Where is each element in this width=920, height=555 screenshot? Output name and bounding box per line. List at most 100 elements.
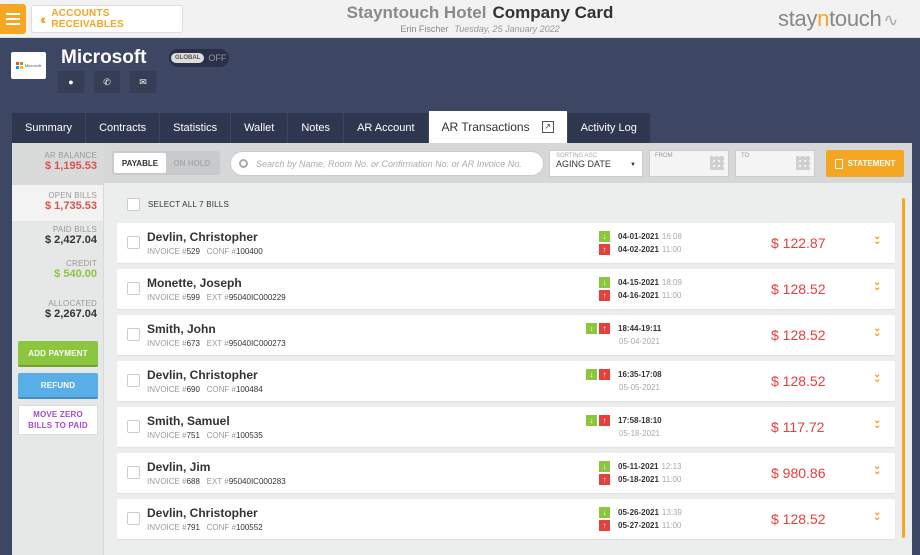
refund-button[interactable]: REFUND xyxy=(18,373,98,399)
company-logo: Microsoft xyxy=(11,52,46,79)
global-toggle-state: OFF xyxy=(208,53,227,63)
search-placeholder: Search by Name, Room No. or Confirmation… xyxy=(256,158,522,169)
bill-meta: INVOICE #673 EXT #95040IC000273 xyxy=(147,339,286,348)
sort-select[interactable]: SORTING ASC AGING DATE ▼ xyxy=(549,150,643,177)
to-date-field[interactable]: TO xyxy=(735,150,815,177)
phone-icon[interactable]: ✆ xyxy=(94,71,120,93)
expand-icon[interactable]: ↗ xyxy=(541,121,554,133)
back-button-label: ACCOUNTS RECEIVABLES xyxy=(51,8,124,30)
tab-activity-log[interactable]: Activity Log xyxy=(567,113,651,143)
bill-row[interactable]: Monette, Joseph INVOICE #599 EXT #95040I… xyxy=(117,269,895,309)
search-icon xyxy=(239,159,248,168)
arrow-up-icon: ↑ xyxy=(599,323,610,334)
stay-dates: ↓ ↑ 16:35-17:08 05-05-2021 xyxy=(586,368,709,394)
add-payment-button[interactable]: ADD PAYMENT xyxy=(18,341,98,367)
bill-checkbox[interactable] xyxy=(127,420,140,433)
windows-logo-icon xyxy=(15,62,23,69)
scrollbar[interactable] xyxy=(902,198,905,538)
location-icon[interactable]: ● xyxy=(58,71,84,93)
expand-chevron-icon[interactable]: ⌄ ⌄ xyxy=(873,416,881,431)
move-zero-bills-button[interactable]: MOVE ZERO BILLS TO PAID xyxy=(18,405,98,435)
wave-icon: ∿ xyxy=(883,10,899,30)
select-all-checkbox[interactable] xyxy=(127,198,140,211)
bill-meta: INVOICE #751 CONF #100535 xyxy=(147,431,263,440)
menu-icon xyxy=(6,13,20,15)
arrow-down-icon: ↓ xyxy=(599,277,610,288)
tab-statistics[interactable]: Statistics xyxy=(160,113,232,143)
payable-option[interactable]: PAYABLE xyxy=(114,153,166,173)
email-icon[interactable]: ✉ xyxy=(130,71,156,93)
hamburger-menu-button[interactable] xyxy=(0,4,26,34)
expand-chevron-icon[interactable]: ⌄ ⌄ xyxy=(873,232,881,247)
tab-ar-account[interactable]: AR Account xyxy=(344,113,429,143)
bill-row[interactable]: Smith, Samuel INVOICE #751 CONF #100535 … xyxy=(117,407,895,447)
document-icon xyxy=(834,158,843,169)
bill-amount: $ 122.87 xyxy=(771,235,826,251)
bill-amount: $ 980.86 xyxy=(771,465,826,481)
arrow-up-icon: ↑ xyxy=(599,244,610,255)
bill-meta: INVOICE #599 EXT #95040IC000229 xyxy=(147,293,286,302)
bill-amount: $ 128.52 xyxy=(771,281,826,297)
search-input[interactable]: Search by Name, Room No. or Confirmation… xyxy=(230,151,544,176)
back-to-ar-button[interactable]: ‹‹ ACCOUNTS RECEIVABLES xyxy=(31,5,183,33)
tab-wallet[interactable]: Wallet xyxy=(231,113,289,143)
bill-meta: INVOICE #791 CONF #100552 xyxy=(147,523,263,532)
statement-button[interactable]: STATEMENT xyxy=(826,150,904,177)
hotel-name: Stayntouch Hotel xyxy=(346,3,487,22)
global-toggle[interactable]: GLOBAL OFF xyxy=(169,49,229,67)
tab-ar-transactions[interactable]: AR Transactions ↗ xyxy=(428,111,568,143)
arrow-down-icon: ↓ xyxy=(599,231,610,242)
top-bar: ‹‹ ACCOUNTS RECEIVABLES Stayntouch Hotel… xyxy=(0,0,920,38)
bill-row[interactable]: Devlin, Christopher INVOICE #529 CONF #1… xyxy=(117,223,895,263)
company-name: Microsoft xyxy=(61,47,147,68)
caret-down-icon: ▼ xyxy=(630,162,636,168)
bill-meta: INVOICE #529 CONF #100400 xyxy=(147,247,263,256)
expand-chevron-icon[interactable]: ⌄ ⌄ xyxy=(873,462,881,477)
bill-checkbox[interactable] xyxy=(127,236,140,249)
bill-checkbox[interactable] xyxy=(127,466,140,479)
expand-chevron-icon[interactable]: ⌄ ⌄ xyxy=(873,370,881,385)
stay-dates: ↓ ↑ 18:44-19:11 05-04-2021 xyxy=(586,322,709,348)
arrow-up-icon: ↑ xyxy=(599,290,610,301)
open-bills[interactable]: OPEN BILLS $ 1,735.53 xyxy=(12,185,103,221)
expand-chevron-icon[interactable]: ⌄ ⌄ xyxy=(873,324,881,339)
bill-checkbox[interactable] xyxy=(127,374,140,387)
guest-name: Devlin, Christopher xyxy=(147,506,258,520)
bill-row[interactable]: Devlin, Christopher INVOICE #791 CONF #1… xyxy=(117,499,895,539)
tab-summary[interactable]: Summary xyxy=(12,113,87,143)
arrow-down-icon: ↓ xyxy=(586,415,597,426)
select-all[interactable]: SELECT ALL 7 BILLS xyxy=(127,198,229,211)
paid-bills[interactable]: PAID BILLS $ 2,427.04 xyxy=(12,221,103,255)
arrow-up-icon: ↑ xyxy=(599,520,610,531)
expand-chevron-icon[interactable]: ⌄ ⌄ xyxy=(873,278,881,293)
business-date: Tuesday, 25 January 2022 xyxy=(454,24,560,34)
bill-amount: $ 128.52 xyxy=(771,327,826,343)
guest-name: Monette, Joseph xyxy=(147,276,242,290)
payable-hold-switch[interactable]: PAYABLE ON HOLD xyxy=(112,151,220,175)
bill-checkbox[interactable] xyxy=(127,328,140,341)
arrow-down-icon: ↓ xyxy=(599,461,610,472)
tab-bar: Summary Contracts Statistics Wallet Note… xyxy=(12,111,651,143)
bill-row[interactable]: Smith, John INVOICE #673 EXT #95040IC000… xyxy=(117,315,895,355)
arrow-down-icon: ↓ xyxy=(586,369,597,380)
guest-name: Smith, John xyxy=(147,322,216,336)
bill-row[interactable]: Devlin, Christopher INVOICE #690 CONF #1… xyxy=(117,361,895,401)
bill-amount: $ 128.52 xyxy=(771,373,826,389)
tab-contracts[interactable]: Contracts xyxy=(86,113,161,143)
on-hold-option[interactable]: ON HOLD xyxy=(166,153,218,173)
guest-name: Devlin, Christopher xyxy=(147,368,258,382)
bill-row[interactable]: Devlin, Jim INVOICE #688 EXT #95040IC000… xyxy=(117,453,895,493)
bill-meta: INVOICE #688 EXT #95040IC000283 xyxy=(147,477,286,486)
arrow-down-icon: ↓ xyxy=(599,507,610,518)
stay-dates: ↓ 04-15-2021 18:09 ↑ 04-16-2021 11:00 xyxy=(599,276,709,302)
tab-notes[interactable]: Notes xyxy=(288,113,345,143)
stay-dates: ↓ 04-01-2021 16:08 ↑ 04-02-2021 11:00 xyxy=(599,230,709,256)
from-date-field[interactable]: FROM xyxy=(649,150,729,177)
bill-checkbox[interactable] xyxy=(127,512,140,525)
calendar-icon xyxy=(710,156,724,170)
guest-name: Devlin, Christopher xyxy=(147,230,258,244)
ar-transactions-panel: AR BALANCE $ 1,195.53 OPEN BILLS $ 1,735.5… xyxy=(12,143,912,555)
double-chevron-left-icon: ‹‹ xyxy=(40,11,47,27)
bill-checkbox[interactable] xyxy=(127,282,140,295)
expand-chevron-icon[interactable]: ⌄ ⌄ xyxy=(873,508,881,523)
